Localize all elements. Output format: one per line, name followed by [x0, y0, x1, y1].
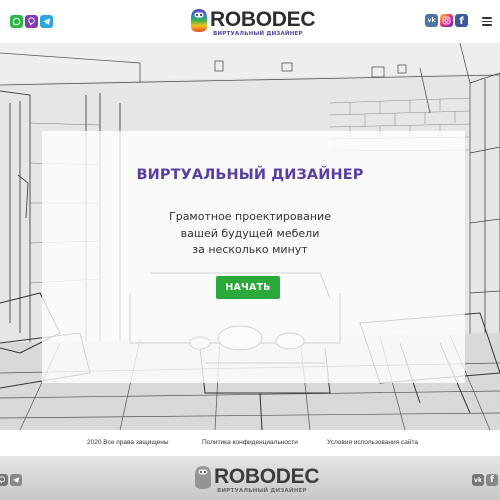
start-button[interactable]: НАЧАТЬ: [216, 276, 280, 299]
bottom-brand-tagline: ВИРТУАЛЬНЫЙ ДИЗАЙНЕР: [217, 488, 307, 494]
site-header: ROBODEC ВИРТУАЛЬНЫЙ ДИЗАЙНЕР vk f: [0, 0, 500, 43]
telegram-icon[interactable]: [40, 15, 53, 28]
footer-links: 2020 Все права защищены Политика конфиде…: [0, 430, 500, 456]
facebook-icon[interactable]: f: [455, 14, 468, 27]
hero-line-2: вашей будущей мебели: [180, 226, 320, 240]
viber-icon[interactable]: [0, 474, 8, 486]
viber-icon[interactable]: [25, 15, 38, 28]
vk-icon[interactable]: vk: [425, 14, 438, 27]
bottom-brand-name: ROBODEC: [214, 465, 320, 488]
vk-icon[interactable]: vk: [472, 474, 484, 486]
bottom-bar: ROBODEC ВИРТУАЛЬНЫЙ ДИЗАЙНЕР vk f: [0, 456, 500, 500]
telegram-icon[interactable]: [10, 474, 22, 486]
facebook-icon[interactable]: f: [486, 474, 498, 486]
bottom-brand-logo[interactable]: ROBODEC ВИРТУАЛЬНЫЙ ДИЗАЙНЕР: [192, 464, 322, 496]
terms-of-use-link[interactable]: Условия использования сайта: [327, 439, 418, 446]
brand-name: ROBODEC: [210, 8, 316, 31]
instagram-icon[interactable]: [440, 14, 453, 27]
hero-description: Грамотное проектирование вашей будущей м…: [150, 209, 350, 259]
privacy-policy-link[interactable]: Политика конфиденциальности: [202, 439, 298, 446]
hero-line-1: Грамотное проектирование: [169, 210, 331, 223]
hamburger-menu-icon[interactable]: [482, 17, 492, 26]
hero-section: ВИРТУАЛЬНЫЙ ДИЗАЙНЕР Грамотное проектиро…: [0, 43, 500, 430]
robot-logo-icon: [195, 466, 211, 489]
hero-line-3: за несколько минут: [192, 243, 308, 256]
whatsapp-icon[interactable]: [10, 15, 23, 28]
copyright-text: 2020 Все права защищены: [87, 439, 169, 446]
hero-title: ВИРТУАЛЬНЫЙ ДИЗАЙНЕР: [136, 167, 364, 183]
brand-tagline: ВИРТУАЛЬНЫЙ ДИЗАЙНЕР: [213, 31, 303, 37]
robot-logo-icon: [191, 9, 207, 32]
brand-logo[interactable]: ROBODEC ВИРТУАЛЬНЫЙ ДИЗАЙНЕР: [188, 7, 318, 39]
